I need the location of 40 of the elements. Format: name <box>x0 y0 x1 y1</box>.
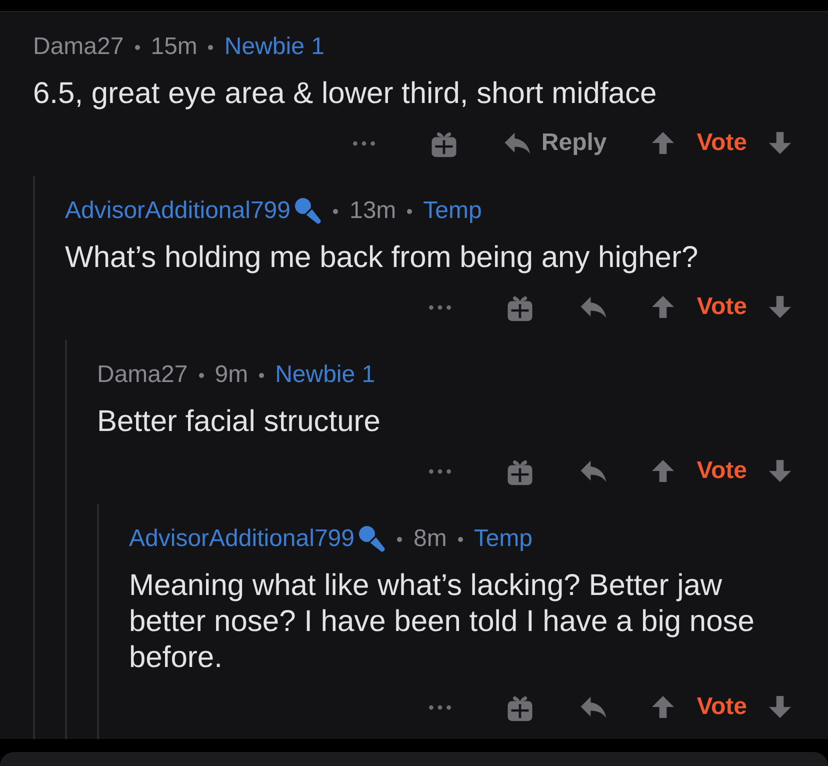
more-icon <box>353 140 376 146</box>
vote-label: Vote <box>696 456 747 486</box>
vote-label: Vote <box>696 128 747 158</box>
comment-text: 6.5, great eye area & lower third, short midface <box>33 76 658 112</box>
vote-label: Vote <box>696 292 747 322</box>
downvote-arrow-icon <box>769 460 791 482</box>
user-flair: Newbie 1 <box>275 360 376 390</box>
downvote-arrow-icon <box>769 696 791 718</box>
user-flair: Temp <box>423 196 482 226</box>
user-flair: Newbie 1 <box>224 32 324 62</box>
username-link[interactable]: AdvisorAdditional799 <box>129 524 354 554</box>
reply-icon <box>580 296 607 318</box>
username-link[interactable]: Dama27 <box>97 360 188 390</box>
username-link[interactable]: AdvisorAdditional799 <box>65 196 290 226</box>
more-icon <box>428 704 451 710</box>
downvote-arrow-icon <box>769 132 791 154</box>
more-icon <box>428 304 451 310</box>
reply-icon <box>580 460 607 482</box>
username-link[interactable]: Dama27 <box>33 32 124 62</box>
upvote-arrow-icon <box>652 296 674 318</box>
reply-button[interactable]: Reply <box>498 123 613 163</box>
comment-time: 8m <box>413 524 447 554</box>
upvote-arrow-icon <box>652 460 674 482</box>
reply-icon <box>580 696 607 718</box>
downvote-arrow-icon <box>769 296 791 318</box>
comment-time: 13m <box>349 196 396 226</box>
more-icon <box>428 468 451 474</box>
comment-time: 9m <box>214 360 248 390</box>
comment-time: 15m <box>150 32 198 62</box>
upvote-arrow-icon <box>652 696 674 718</box>
upvote-arrow-icon <box>652 132 674 154</box>
reply-icon <box>504 132 532 154</box>
comment-text: Better facial structure <box>97 404 382 440</box>
comment-text: What’s holding me back from being any higher? <box>65 240 700 276</box>
comment-text: Meaning what like what’s lacking? Better jaw better nose? I have been told I have a big nose before. <box>129 568 756 676</box>
microphone-icon <box>359 526 386 552</box>
microphone-icon <box>295 198 322 224</box>
vote-label: Vote <box>696 692 747 722</box>
reply-label: Reply <box>541 128 607 158</box>
user-flair: Temp <box>474 524 533 554</box>
